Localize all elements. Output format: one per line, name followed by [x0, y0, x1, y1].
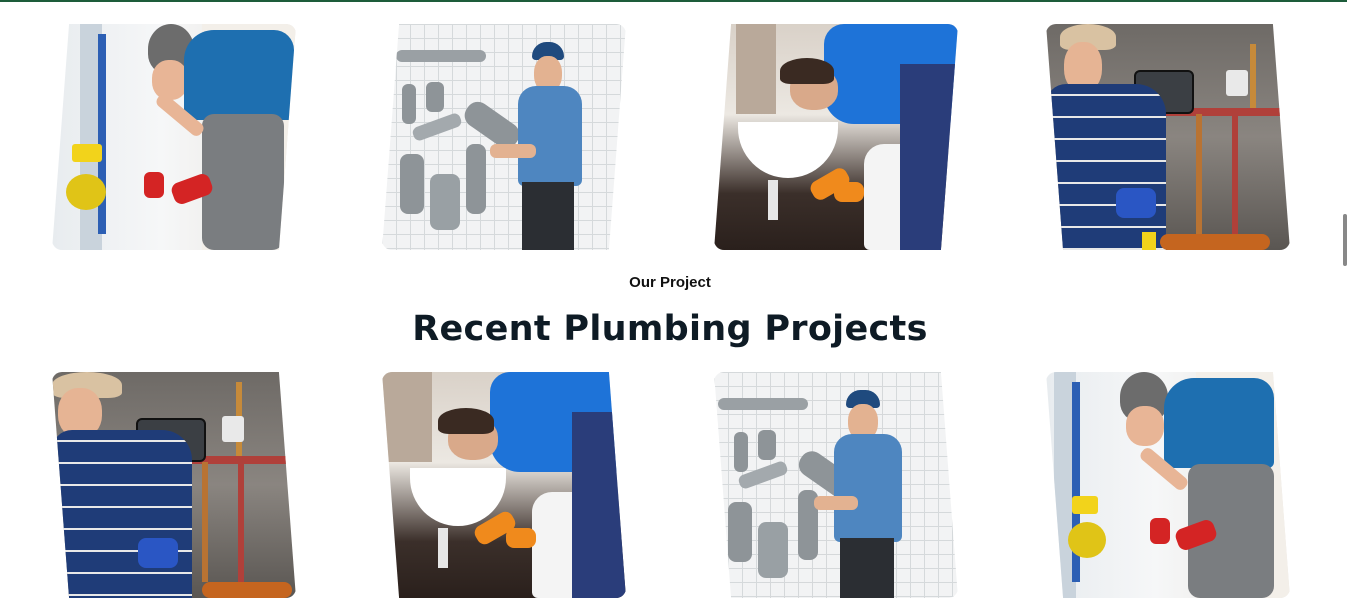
project-card-manifold-check[interactable] [52, 372, 296, 598]
project-card-manifold-check[interactable] [1046, 24, 1290, 250]
project-gallery-bottom-row [0, 372, 1340, 598]
section-heading: Our Project Recent Plumbing Projects [0, 272, 1340, 350]
page-scrollbar[interactable] [1343, 214, 1347, 266]
projects-section: Our Project Recent Plumbing Projects [0, 0, 1347, 616]
project-card-bathroom-installation[interactable] [52, 24, 296, 250]
project-image [52, 24, 296, 250]
project-card-sink-repair[interactable] [714, 24, 958, 250]
project-image [1046, 372, 1290, 598]
project-card-pvc-pipe[interactable] [382, 24, 626, 250]
section-eyebrow: Our Project [629, 274, 711, 291]
project-card-bathroom-installation[interactable] [1046, 372, 1290, 598]
project-image [382, 24, 626, 250]
project-image [714, 372, 958, 598]
project-image [382, 372, 626, 598]
project-image [714, 24, 958, 250]
project-gallery-top-row [0, 24, 1340, 250]
project-card-sink-repair[interactable] [382, 372, 626, 598]
project-image [52, 372, 296, 598]
project-image [1046, 24, 1290, 250]
project-card-pvc-pipe[interactable] [714, 372, 958, 598]
section-title: Recent Plumbing Projects [412, 309, 928, 349]
